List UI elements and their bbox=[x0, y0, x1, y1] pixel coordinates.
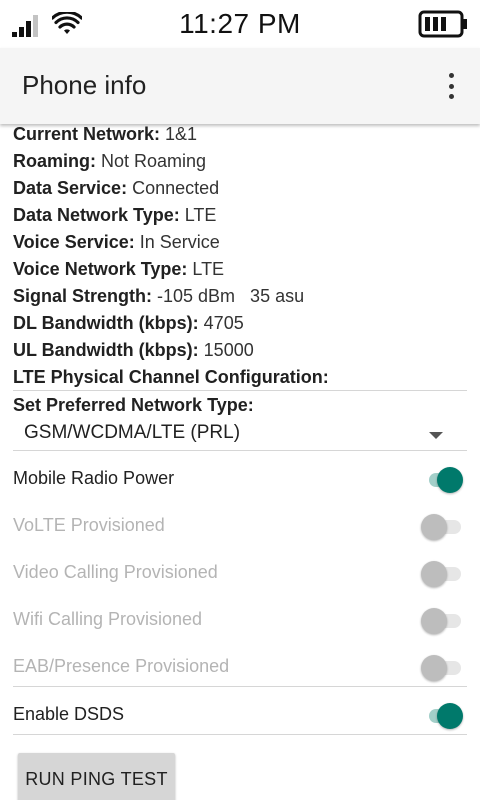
more-vert-icon[interactable] bbox=[436, 70, 466, 102]
divider bbox=[13, 390, 467, 391]
battery-icon bbox=[418, 10, 467, 38]
info-data-service: Data Service: Connected bbox=[13, 178, 220, 198]
volte-provisioned-toggle bbox=[421, 514, 463, 540]
preferred-network-label: Set Preferred Network Type: bbox=[13, 395, 254, 415]
preferred-network-value: GSM/WCDMA/LTE (PRL) bbox=[24, 422, 241, 443]
switch-label: Mobile Radio Power bbox=[13, 468, 175, 488]
switch-label: EAB/Presence Provisioned bbox=[13, 656, 230, 676]
switch-label: Wifi Calling Provisioned bbox=[13, 609, 203, 629]
run-ping-test-button[interactable]: RUN PING TEST bbox=[18, 753, 175, 800]
switch-row-wifi-calling-provisioned: Wifi Calling Provisioned bbox=[13, 601, 467, 641]
switch-label: Video Calling Provisioned bbox=[13, 562, 218, 582]
info-roaming: Roaming: Not Roaming bbox=[13, 151, 207, 171]
info-ul-bandwidth: UL Bandwidth (kbps): 15000 bbox=[13, 340, 254, 360]
info-lte-channel-config: LTE Physical Channel Configuration: bbox=[13, 367, 329, 387]
enable-dsds-toggle[interactable] bbox=[427, 703, 463, 729]
wifi-calling-provisioned-toggle bbox=[421, 608, 463, 634]
switch-row-volte-provisioned: VoLTE Provisioned bbox=[13, 507, 467, 547]
divider bbox=[13, 450, 467, 451]
switch-row-eab-presence-provisioned: EAB/Presence Provisioned bbox=[13, 648, 467, 688]
info-current-network: Current Network: 1&1 bbox=[13, 124, 198, 144]
info-data-network-type: Data Network Type: LTE bbox=[13, 205, 217, 225]
info-voice-network-type: Voice Network Type: LTE bbox=[13, 259, 225, 279]
status-bar: 11:27 PM bbox=[0, 0, 480, 48]
switch-label: Enable DSDS bbox=[13, 704, 125, 724]
switch-row-video-calling-provisioned: Video Calling Provisioned bbox=[13, 554, 467, 594]
switch-row-mobile-radio-power[interactable]: Mobile Radio Power bbox=[13, 460, 467, 500]
app-bar: Phone info bbox=[0, 48, 480, 124]
phone-info-content[interactable]: Current Network: 1&1 Roaming: Not Roamin… bbox=[0, 124, 480, 800]
info-voice-service: Voice Service: In Service bbox=[13, 232, 220, 252]
divider bbox=[13, 734, 467, 735]
info-dl-bandwidth: DL Bandwidth (kbps): 4705 bbox=[13, 313, 244, 333]
eab-presence-provisioned-toggle bbox=[421, 655, 463, 681]
preferred-network-spinner[interactable]: GSM/WCDMA/LTE (PRL) bbox=[13, 420, 467, 450]
switch-label: VoLTE Provisioned bbox=[13, 515, 165, 535]
info-signal-strength: Signal Strength: -105 dBm 35 asu bbox=[13, 286, 305, 306]
mobile-radio-power-toggle[interactable] bbox=[427, 467, 463, 493]
video-calling-provisioned-toggle bbox=[421, 561, 463, 587]
page-title: Phone info bbox=[22, 70, 147, 100]
clock: 11:27 PM bbox=[179, 8, 301, 39]
dropdown-arrow-icon bbox=[429, 432, 443, 439]
divider bbox=[13, 686, 467, 687]
switch-row-enable-dsds[interactable]: Enable DSDS bbox=[13, 696, 467, 736]
